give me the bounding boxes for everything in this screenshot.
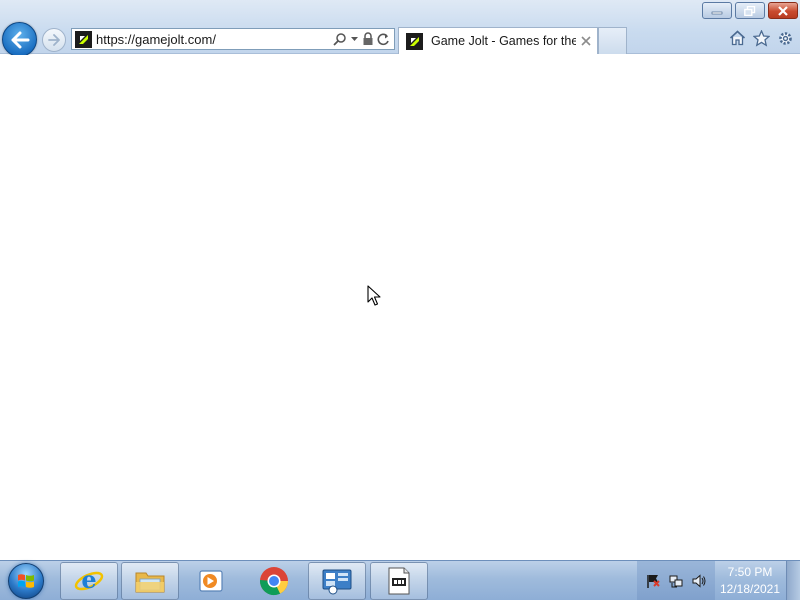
browser-chrome: https://gamejolt.com/ Game Jolt - Games … <box>0 0 800 57</box>
tab-gamejolt[interactable]: Game Jolt - Games for the l... <box>398 27 598 54</box>
minimize-icon <box>711 11 723 14</box>
favorites-star-icon[interactable] <box>752 29 770 47</box>
tab-title: Game Jolt - Games for the l... <box>431 34 577 48</box>
close-icon <box>778 5 788 16</box>
window-controls <box>702 2 798 19</box>
volume-icon[interactable] <box>691 573 707 589</box>
taskbar: e 7:50 PM 12/18/2021 <box>0 560 800 600</box>
page-content-area[interactable] <box>0 55 800 560</box>
command-icons <box>728 29 794 47</box>
dropdown-icon[interactable] <box>350 36 359 42</box>
clock-time: 7:50 PM <box>727 565 773 579</box>
taskbar-control-panel[interactable] <box>308 562 366 600</box>
back-button[interactable] <box>2 22 37 57</box>
address-url[interactable]: https://gamejolt.com/ <box>96 32 333 47</box>
gamejolt-tab-favicon-icon <box>406 32 423 50</box>
restore-button[interactable] <box>735 2 765 19</box>
taskbar-file-explorer[interactable] <box>121 562 179 600</box>
notepad-icon <box>388 567 410 595</box>
network-icon[interactable] <box>668 573 684 589</box>
start-button[interactable] <box>6 562 46 600</box>
chrome-icon <box>260 567 288 595</box>
show-desktop-button[interactable] <box>786 561 800 600</box>
gamejolt-favicon-icon <box>75 30 92 48</box>
action-center-flag-icon[interactable] <box>645 573 661 589</box>
forward-arrow-icon <box>48 34 60 46</box>
media-player-icon <box>199 570 223 592</box>
clock-date: 12/18/2021 <box>719 582 781 596</box>
restore-icon <box>744 5 756 16</box>
address-bar[interactable]: https://gamejolt.com/ <box>71 28 395 50</box>
file-explorer-icon <box>135 572 165 593</box>
home-icon[interactable] <box>728 29 746 47</box>
close-window-button[interactable] <box>768 2 798 19</box>
taskbar-notepad[interactable] <box>370 562 428 600</box>
mouse-cursor-icon <box>367 285 381 306</box>
internet-explorer-icon: e <box>74 566 104 594</box>
forward-button[interactable] <box>42 28 66 52</box>
taskbar-clock[interactable]: 7:50 PM 12/18/2021 <box>716 561 784 600</box>
lock-icon[interactable] <box>362 32 374 46</box>
tab-close-icon[interactable] <box>580 35 591 47</box>
back-arrow-icon <box>11 31 29 48</box>
windows-logo-icon <box>8 563 44 599</box>
address-bar-icons <box>333 32 390 46</box>
taskbar-internet-explorer[interactable]: e <box>60 562 118 600</box>
settings-gear-icon[interactable] <box>776 29 794 47</box>
minimize-button[interactable] <box>702 2 732 19</box>
taskbar-chrome[interactable] <box>245 562 303 600</box>
new-tab-button[interactable] <box>598 27 627 54</box>
svg-text:e: e <box>81 566 96 594</box>
taskbar-media-player[interactable] <box>182 562 240 600</box>
search-icon[interactable] <box>333 32 347 46</box>
control-panel-icon <box>322 569 352 595</box>
refresh-icon[interactable] <box>377 33 390 46</box>
notification-area <box>637 561 715 600</box>
